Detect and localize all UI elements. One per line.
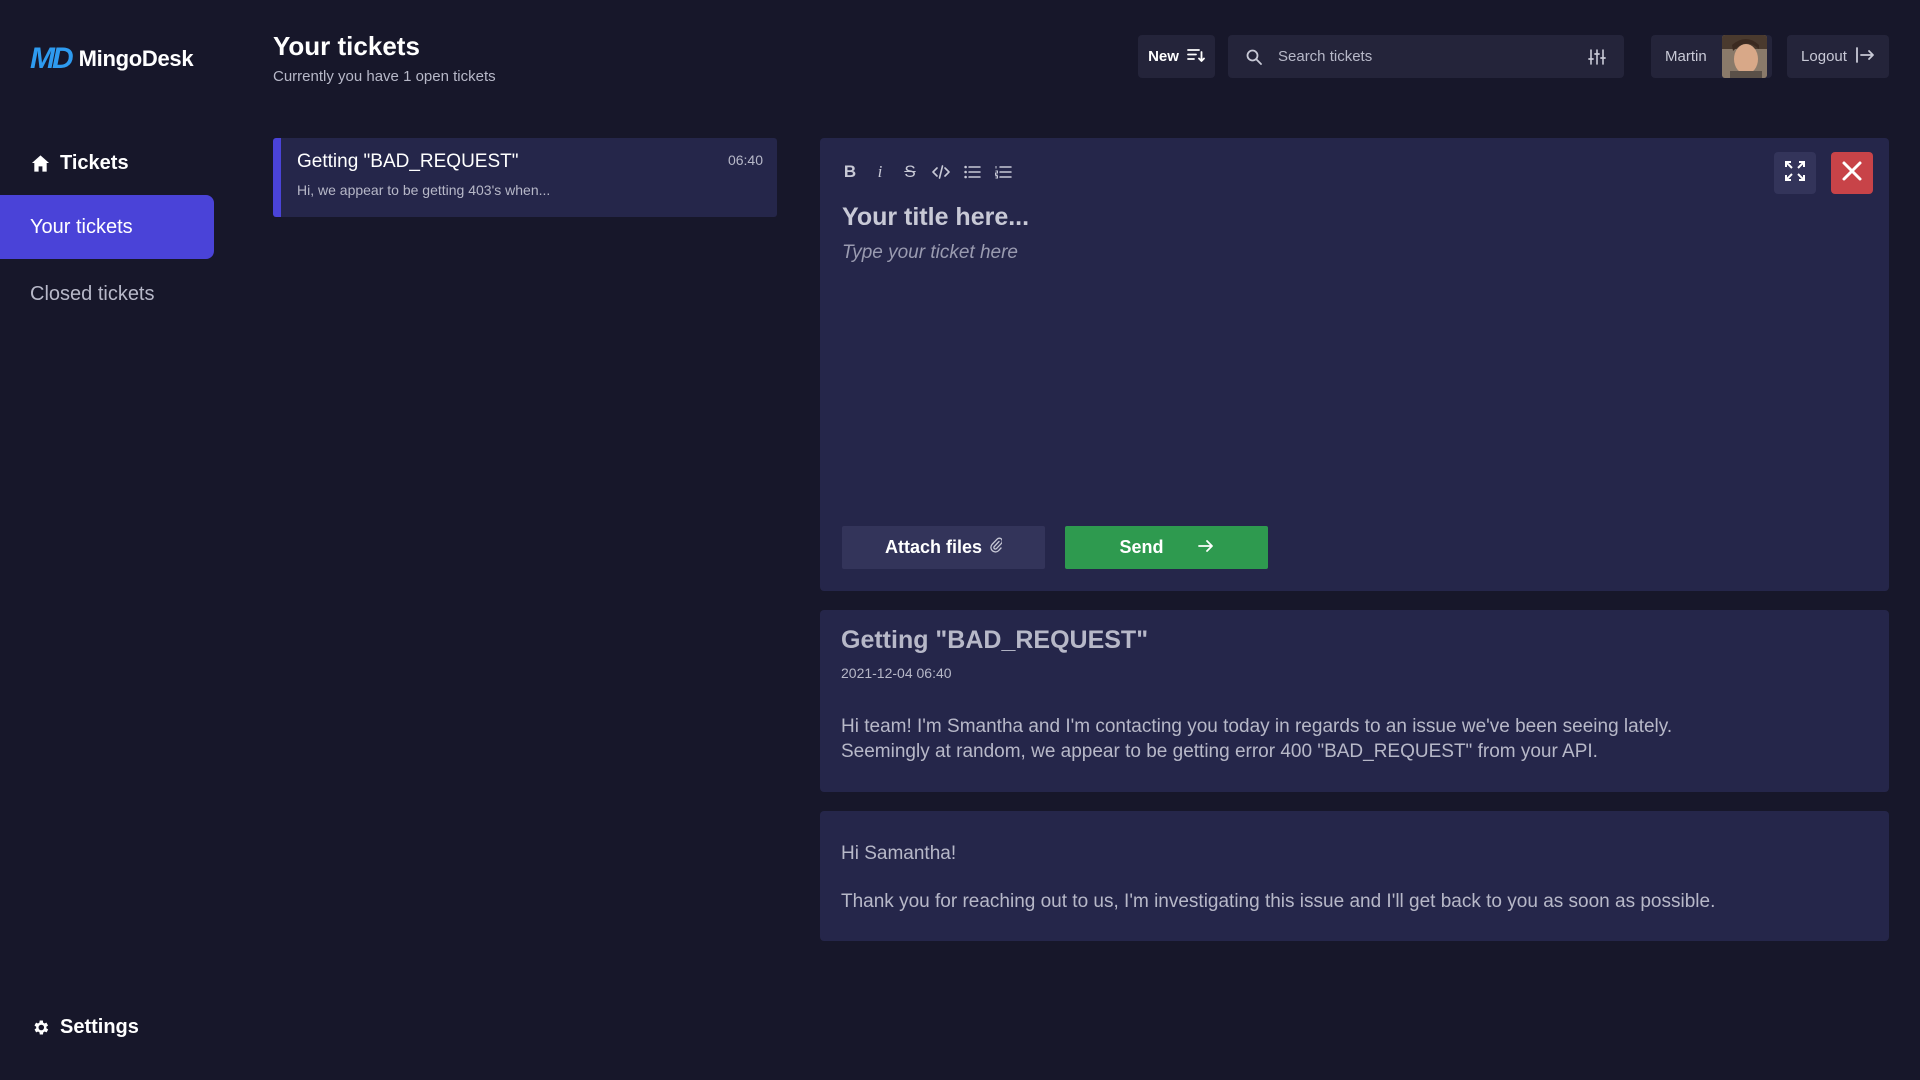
ticket-title: Getting "BAD_REQUEST" (297, 151, 519, 172)
message-date: 2021-12-04 06:40 (841, 665, 952, 681)
sidebar-item-settings[interactable]: Settings (0, 995, 214, 1059)
filter-sliders-icon[interactable] (1588, 48, 1606, 65)
gear-icon (30, 1017, 50, 1037)
sidebar-item-label: Settings (60, 1015, 139, 1038)
ticket-title-input[interactable] (842, 203, 1742, 232)
message-line: Hi team! I'm Smantha and I'm contacting … (841, 716, 1673, 737)
sidebar-item-tickets[interactable]: Tickets (0, 131, 214, 195)
paperclip-icon (990, 537, 1003, 558)
sidebar-item-label: Tickets (60, 151, 129, 174)
page-title: Your tickets (273, 31, 420, 61)
ticket-list-item[interactable]: Getting "BAD_REQUEST" 06:40 Hi, we appea… (273, 138, 777, 217)
italic-button[interactable]: i (872, 162, 888, 182)
attach-files-label: Attach files (884, 537, 983, 557)
expand-button[interactable] (1774, 152, 1816, 194)
sidebar-item-label: Your tickets (30, 215, 133, 238)
reply-greeting: Hi Samantha! (841, 843, 957, 864)
app-name: MingoDesk (78, 46, 194, 71)
arrow-right-icon (1197, 537, 1214, 558)
send-label: Send (1119, 537, 1164, 557)
reply-message: Hi Samantha! Thank you for reaching out … (820, 811, 1889, 941)
user-name: Martin (1665, 48, 1707, 65)
search-bar (1228, 35, 1624, 78)
close-icon (1841, 160, 1863, 187)
ticket-message: Getting "BAD_REQUEST" 2021-12-04 06:40 H… (820, 610, 1889, 792)
ticket-editor: B i S Your title here... Type your ticke… (820, 138, 1889, 591)
home-icon (30, 153, 50, 173)
message-line: Seemingly at random, we appear to be get… (841, 741, 1598, 762)
bold-button[interactable]: B (842, 162, 858, 182)
attach-files-button[interactable]: Attach files (842, 526, 1045, 569)
logout-icon (1855, 46, 1875, 67)
sidebar-item-your-tickets[interactable]: Your tickets (0, 195, 214, 259)
sidebar-item-label: Closed tickets (30, 282, 155, 305)
avatar (1722, 35, 1767, 78)
sidebar-item-closed-tickets[interactable]: Closed tickets (0, 262, 214, 326)
send-button[interactable]: Send (1065, 526, 1268, 569)
reply-text: Thank you for reaching out to us, I'm in… (841, 891, 1716, 912)
code-icon[interactable] (932, 165, 950, 179)
message-title: Getting "BAD_REQUEST" (841, 626, 1149, 654)
ticket-preview: Hi, we appear to be getting 403's when..… (297, 182, 551, 198)
message-body: Hi team! I'm Smantha and I'm contacting … (841, 714, 1861, 764)
page-subtitle: Currently you have 1 open tickets (273, 68, 496, 85)
ticket-body-input[interactable] (842, 242, 1862, 542)
user-menu[interactable]: Martin (1651, 35, 1772, 78)
search-icon (1246, 49, 1262, 65)
editor-toolbar: B i S (842, 162, 1012, 182)
sort-icon (1187, 47, 1205, 67)
strikethrough-button[interactable]: S (902, 162, 918, 182)
sidebar: MD MingoDesk Tickets Your tickets Closed… (0, 0, 214, 1080)
new-ticket-button[interactable]: New (1138, 35, 1215, 78)
expand-icon (1784, 160, 1806, 187)
numbered-list-icon[interactable] (995, 165, 1012, 179)
app-root: MD MingoDesk Tickets Your tickets Closed… (0, 0, 1920, 1080)
close-editor-button[interactable] (1831, 152, 1873, 194)
search-input[interactable] (1278, 48, 1578, 65)
new-button-label: New (1148, 48, 1179, 65)
logo-mark: MD (30, 42, 74, 75)
logout-button[interactable]: Logout (1787, 35, 1889, 78)
ticket-time: 06:40 (727, 152, 763, 168)
logout-label: Logout (1801, 48, 1847, 65)
bullet-list-icon[interactable] (964, 165, 981, 179)
app-logo[interactable]: MD MingoDesk (30, 42, 194, 76)
